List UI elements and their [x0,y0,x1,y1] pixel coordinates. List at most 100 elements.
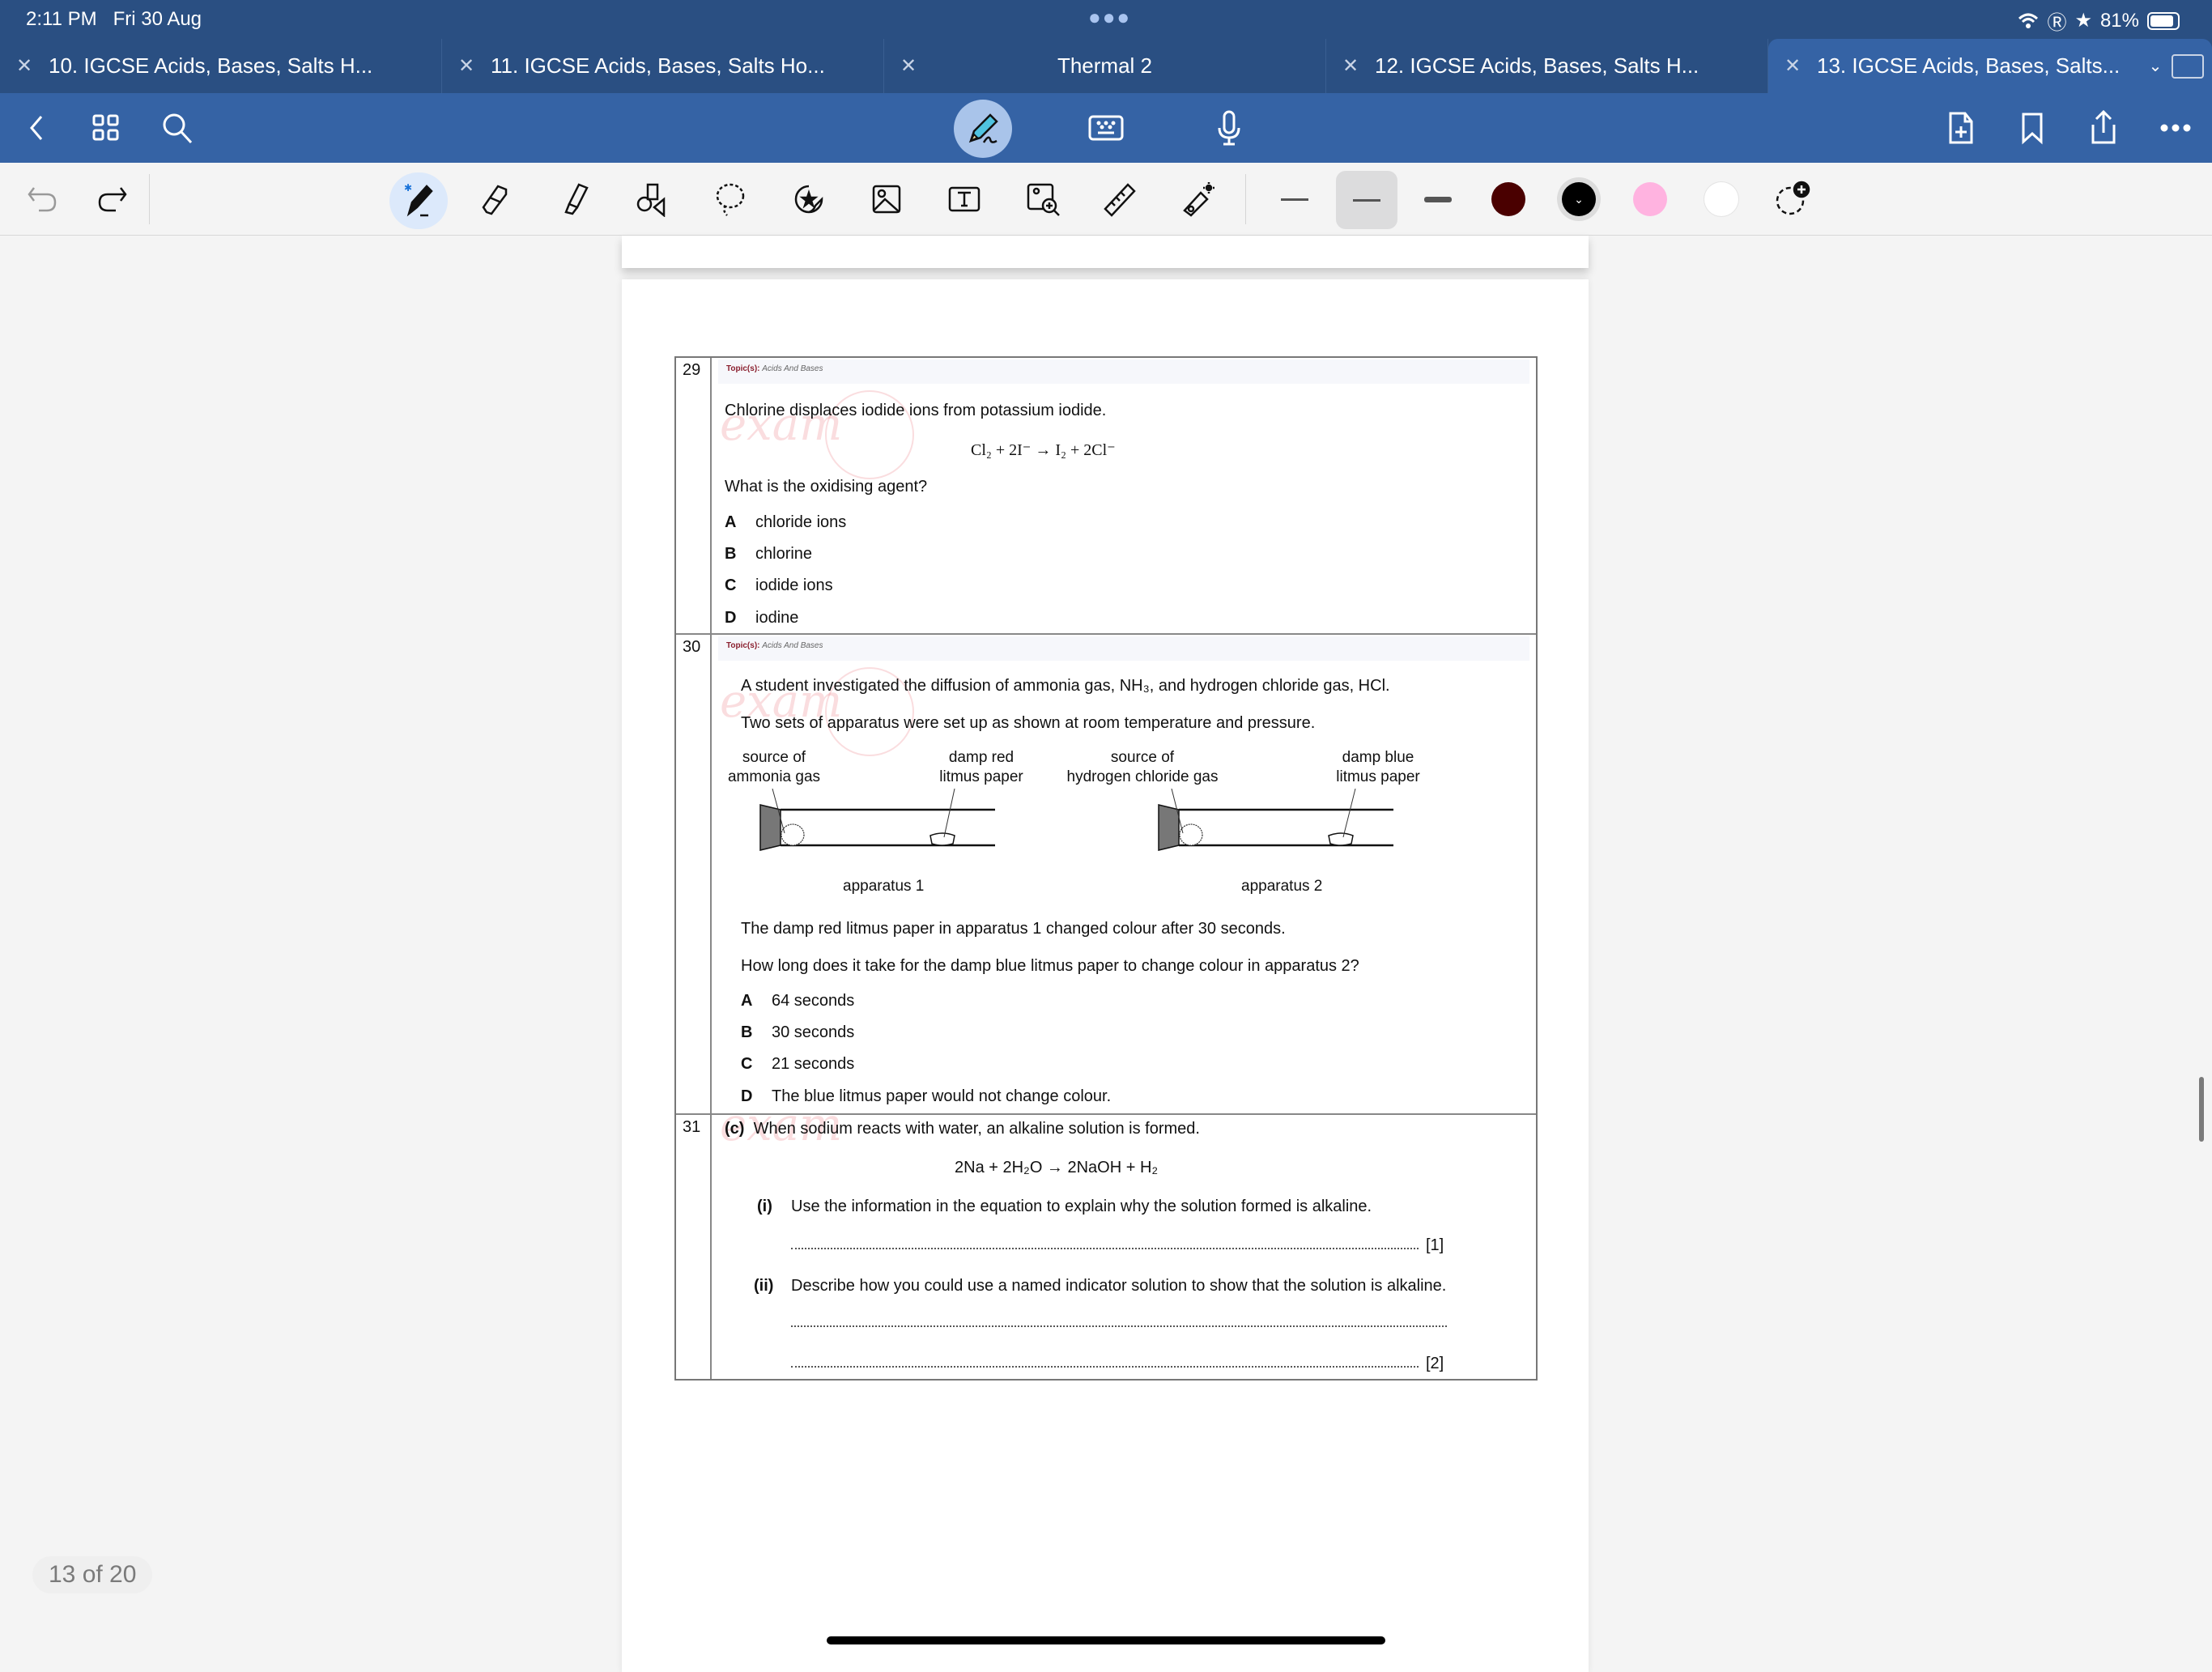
split-view-icon[interactable] [2172,53,2204,79]
thickness-thick[interactable] [1407,163,1469,236]
color-swatch-pink[interactable] [1633,182,1667,216]
image-scan-icon [1027,183,1060,216]
question-number: 29 [676,358,712,633]
caption-apparatus-1: apparatus 1 [843,878,925,895]
close-icon[interactable]: ✕ [442,54,491,78]
option-letter: C [741,1055,753,1073]
bookmark-button[interactable] [2004,93,2061,163]
label-line: ammonia gas [727,768,821,785]
undo-button[interactable] [14,163,70,236]
divider [1245,174,1246,224]
search-button[interactable] [149,93,206,163]
highlighter-tool[interactable] [546,163,602,236]
option-letter: D [741,1087,753,1105]
option-b[interactable]: Bchlorine [725,545,812,564]
question-prompt: How long does it take for the damp blue … [741,957,1359,975]
tab-13-acids-bases[interactable]: ✕ 13. IGCSE Acids, Bases, Salts... ⌄ [1768,39,2212,93]
add-page-icon [1949,112,1973,144]
option-a[interactable]: Achloride ions [725,513,846,532]
redo-button[interactable] [84,163,141,236]
laser-pointer-tool[interactable] [1169,163,1226,236]
label-line: hydrogen chloride gas [1066,768,1219,785]
text-tool[interactable] [936,163,993,236]
label-line: source of [742,749,806,766]
apparatus-1-drawing [759,789,995,851]
add-color-button[interactable] [1765,163,1822,236]
question-prompt: What is the oxidising agent? [725,478,928,496]
date-text: Fri 30 Aug [113,8,202,30]
option-d[interactable]: Diodine [725,609,798,628]
sticker-tool[interactable] [781,163,837,236]
diffusion-diagram: source of ammonia gas damp red litmus pape… [712,748,1538,902]
question-stem: (c) When sodium reacts with water, an al… [725,1120,1200,1138]
close-icon[interactable]: ✕ [1326,54,1375,78]
previous-page [622,236,1589,268]
back-button[interactable] [8,93,65,163]
pen-tool[interactable]: ✱ [389,172,448,229]
medium-line-icon [1353,198,1380,202]
question-30: 30 Topic(s): Acids And Bases exam A stud… [676,633,1536,1113]
label-source-ammonia: source of ammonia gas [721,748,827,787]
option-a[interactable]: A 64 seconds [741,992,854,1010]
thickness-thin[interactable] [1264,163,1325,236]
pen-icon: ✱ [404,182,433,217]
scrollbar[interactable] [2199,1077,2204,1142]
add-page-button[interactable] [1933,93,1989,163]
answer-line[interactable] [791,1366,1419,1368]
answer-line[interactable] [791,1325,1447,1327]
handwriting-mode-button[interactable] [954,100,1012,158]
image-tool[interactable] [858,163,915,236]
option-text: chloride ions [755,513,847,531]
answer-line[interactable] [791,1248,1419,1249]
equation: Cl₂ + 2I⁻ → I₂ + 2Cl⁻ [971,441,1116,459]
question-29: 29 Topic(s): Acids And Bases exam Chlori… [676,358,1536,633]
label-damp-blue-litmus: damp blue litmus paper [1325,748,1431,787]
multitasking-dots-icon[interactable]: ●●● [1088,5,1131,30]
option-d[interactable]: D The blue litmus paper would not change … [741,1087,1111,1106]
text-box-icon [948,186,981,212]
thickness-medium[interactable] [1336,171,1397,229]
tab-11-acids-bases[interactable]: ✕ 11. IGCSE Acids, Bases, Salts Ho... [442,39,884,93]
tab-12-acids-bases[interactable]: ✕ 12. IGCSE Acids, Bases, Salts H... [1326,39,1768,93]
option-letter: C [725,576,737,594]
marks: [1] [1426,1236,1444,1254]
color-swatch-dark-red[interactable] [1491,182,1525,216]
part-label: (c) [725,1120,745,1138]
thin-line-icon [1281,198,1308,201]
battery-percent: 81% [2099,9,2139,32]
option-text: iodine [755,609,799,627]
option-b[interactable]: B 30 seconds [741,1023,854,1042]
tab-10-acids-bases[interactable]: ✕ 10. IGCSE Acids, Bases, Salts H... [0,39,442,93]
option-letter: A [725,513,737,531]
topic-label: Topic(s): [726,641,760,650]
close-icon[interactable]: ✕ [0,54,49,78]
eraser-tool[interactable] [468,163,525,236]
ruler-tool[interactable] [1091,163,1148,236]
color-swatch-black[interactable]: ⌄ [1562,182,1596,216]
redo-icon [98,187,127,212]
share-button[interactable] [2075,93,2132,163]
option-c[interactable]: C 21 seconds [741,1055,854,1074]
home-indicator[interactable] [827,1636,1385,1644]
scan-image-tool[interactable] [1015,163,1071,236]
lasso-tool[interactable] [702,163,759,236]
chevron-down-icon[interactable]: ⌄ [2139,56,2172,76]
svg-text:✱: ✱ [404,182,412,194]
subpart-label: (i) [757,1198,772,1215]
keyboard-button[interactable] [1078,93,1134,163]
shapes-tool[interactable] [624,163,681,236]
more-icon [2160,124,2191,132]
option-c[interactable]: Ciodide ions [725,576,833,595]
option-letter: A [741,992,753,1010]
question-number: 31 [676,1115,712,1379]
dictation-button[interactable] [1201,93,1257,163]
tab-label: 12. IGCSE Acids, Bases, Salts H... [1375,53,1699,78]
label-line: damp red [948,749,1015,766]
close-icon[interactable]: ✕ [884,54,933,78]
thumbnails-button[interactable] [78,93,134,163]
more-button[interactable] [2147,93,2204,163]
tab-thermal-2[interactable]: ✕ Thermal 2 [884,39,1326,93]
close-icon[interactable]: ✕ [1768,54,1817,78]
color-swatch-white[interactable] [1704,182,1738,216]
share-icon [2091,110,2116,144]
